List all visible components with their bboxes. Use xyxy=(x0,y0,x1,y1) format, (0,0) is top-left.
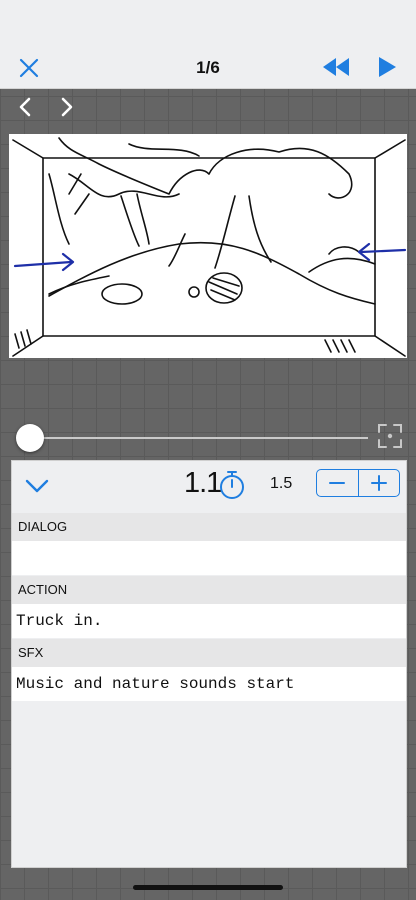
fullscreen-icon[interactable] xyxy=(376,422,404,450)
top-bar: 1/6 xyxy=(0,0,416,89)
panel-editor: 1.1 1.5 DIALOG ACTION Truck in. SFX Musi… xyxy=(11,460,407,868)
decrement-button[interactable] xyxy=(317,470,358,496)
chevron-left-icon[interactable] xyxy=(16,96,34,118)
plus-icon xyxy=(370,475,387,491)
panel-duration[interactable]: 1.1 xyxy=(184,467,222,500)
action-label: ACTION xyxy=(12,576,406,604)
slider-track xyxy=(30,437,368,439)
storyboard-panel[interactable] xyxy=(9,134,407,358)
dialog-label: DIALOG xyxy=(12,513,406,541)
page-indicator: 1/6 xyxy=(196,58,220,77)
dialog-field[interactable] xyxy=(12,541,406,575)
editor-header: 1.1 1.5 xyxy=(12,461,406,513)
action-field[interactable]: Truck in. xyxy=(12,604,406,638)
increment-button[interactable] xyxy=(357,470,400,496)
playback-slider[interactable] xyxy=(16,424,368,452)
step-increment-value: 1.5 xyxy=(270,475,293,492)
sfx-field[interactable]: Music and nature sounds start xyxy=(12,667,406,701)
slider-thumb[interactable] xyxy=(16,424,44,452)
chevron-right-icon[interactable] xyxy=(58,96,76,118)
sfx-label: SFX xyxy=(12,639,406,667)
storyboard-sketch xyxy=(12,137,407,357)
play-icon[interactable] xyxy=(376,56,398,78)
duration-stepper[interactable] xyxy=(316,469,400,497)
minus-icon xyxy=(329,482,346,484)
rewind-icon[interactable] xyxy=(322,57,350,77)
stopwatch-icon[interactable] xyxy=(218,470,246,500)
home-indicator xyxy=(133,885,283,890)
chevron-down-icon[interactable] xyxy=(24,477,50,495)
